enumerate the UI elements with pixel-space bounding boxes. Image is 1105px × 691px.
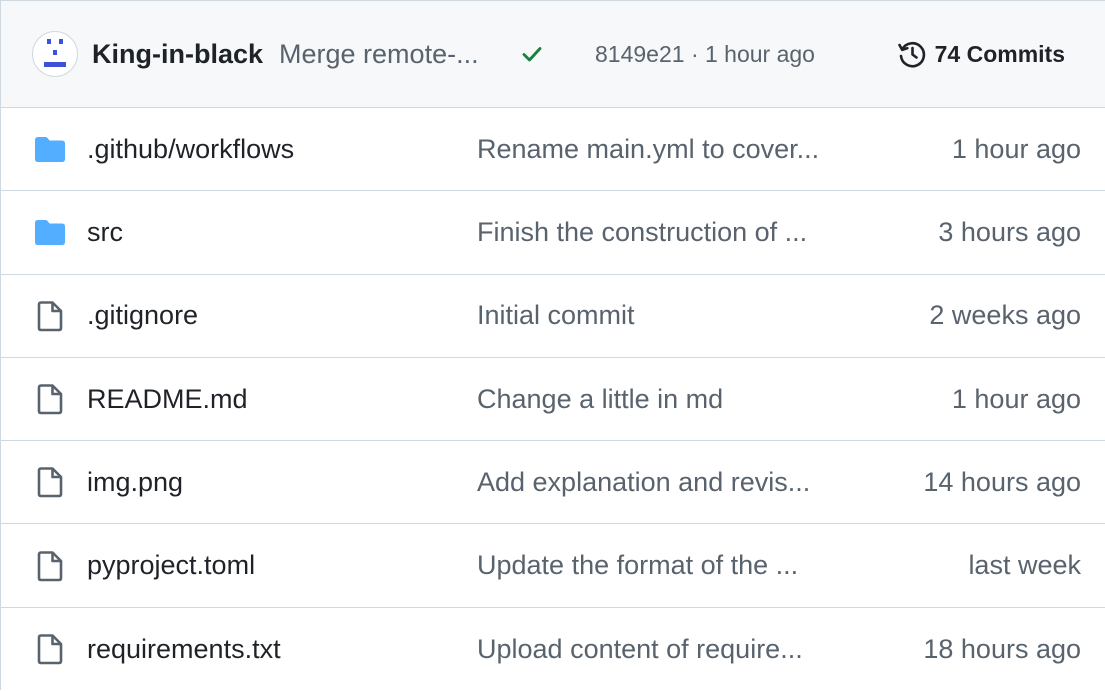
file-row[interactable]: requirements.txt Upload content of requir… [1, 608, 1105, 691]
file-commit-message-link[interactable]: Update the format of the ... [477, 550, 852, 581]
file-commit-message-link[interactable]: Rename main.yml to cover... [477, 134, 852, 165]
file-name-link[interactable]: img.png [87, 467, 477, 498]
commits-link[interactable]: 74 Commits [895, 37, 1065, 71]
file-name-link[interactable]: src [87, 217, 477, 248]
file-icon [37, 384, 63, 415]
file-row[interactable]: src Finish the construction of ... 3 hours… [1, 191, 1105, 275]
file-commit-time: 18 hours ago [923, 633, 1081, 664]
file-row[interactable]: README.md Change a little in md 1 hour ago [1, 358, 1105, 442]
file-commit-message-link[interactable]: Initial commit [477, 300, 852, 331]
file-list: .github/workflows Rename main.yml to cove… [1, 108, 1105, 691]
file-commit-message-link[interactable]: Upload content of require... [477, 634, 852, 665]
file-row[interactable]: pyproject.toml Update the format of the .… [1, 524, 1105, 608]
file-name-link[interactable]: requirements.txt [87, 634, 477, 665]
file-commit-time: last week [968, 550, 1081, 581]
commit-hash-time[interactable]: 8149e21 · 1 hour ago [595, 41, 815, 68]
file-commit-time: 3 hours ago [938, 216, 1081, 247]
history-icon [897, 41, 925, 68]
commits-count-label: 74 Commits [934, 40, 1065, 67]
latest-commit-message[interactable]: Merge remote-... [279, 39, 501, 70]
file-name-link[interactable]: pyproject.toml [87, 550, 477, 581]
check-icon[interactable] [515, 37, 549, 71]
file-row[interactable]: .gitignore Initial commit 2 weeks ago [1, 275, 1105, 358]
file-commit-message-link[interactable]: Add explanation and revis... [477, 467, 852, 498]
file-commit-time: 14 hours ago [923, 466, 1081, 497]
file-icon [37, 467, 63, 498]
author-avatar[interactable] [32, 31, 78, 77]
folder-icon [35, 220, 65, 246]
file-commit-time: 1 hour ago [951, 383, 1081, 414]
file-commit-message-link[interactable]: Finish the construction of ... [477, 217, 852, 248]
file-commit-time: 2 weeks ago [929, 300, 1081, 331]
latest-commit-bar: King-in-black Merge remote-... 8149e21 ·… [1, 0, 1105, 108]
file-icon [37, 550, 63, 581]
identicon-avatar [44, 39, 66, 67]
file-name-link[interactable]: .gitignore [87, 300, 477, 331]
file-icon [37, 634, 63, 665]
file-row[interactable]: img.png Add explanation and revis... 14 ho… [1, 441, 1105, 525]
file-icon [37, 300, 63, 332]
file-commit-time: 1 hour ago [951, 133, 1081, 164]
file-browser-panel: King-in-black Merge remote-... 8149e21 ·… [0, 0, 1105, 690]
file-commit-message-link[interactable]: Change a little in md [477, 384, 852, 415]
commit-author[interactable]: King-in-black [92, 39, 263, 70]
folder-icon [35, 137, 65, 163]
file-row[interactable]: .github/workflows Rename main.yml to cove… [1, 108, 1105, 192]
file-name-link[interactable]: .github/workflows [87, 134, 477, 165]
file-name-link[interactable]: README.md [87, 384, 477, 415]
